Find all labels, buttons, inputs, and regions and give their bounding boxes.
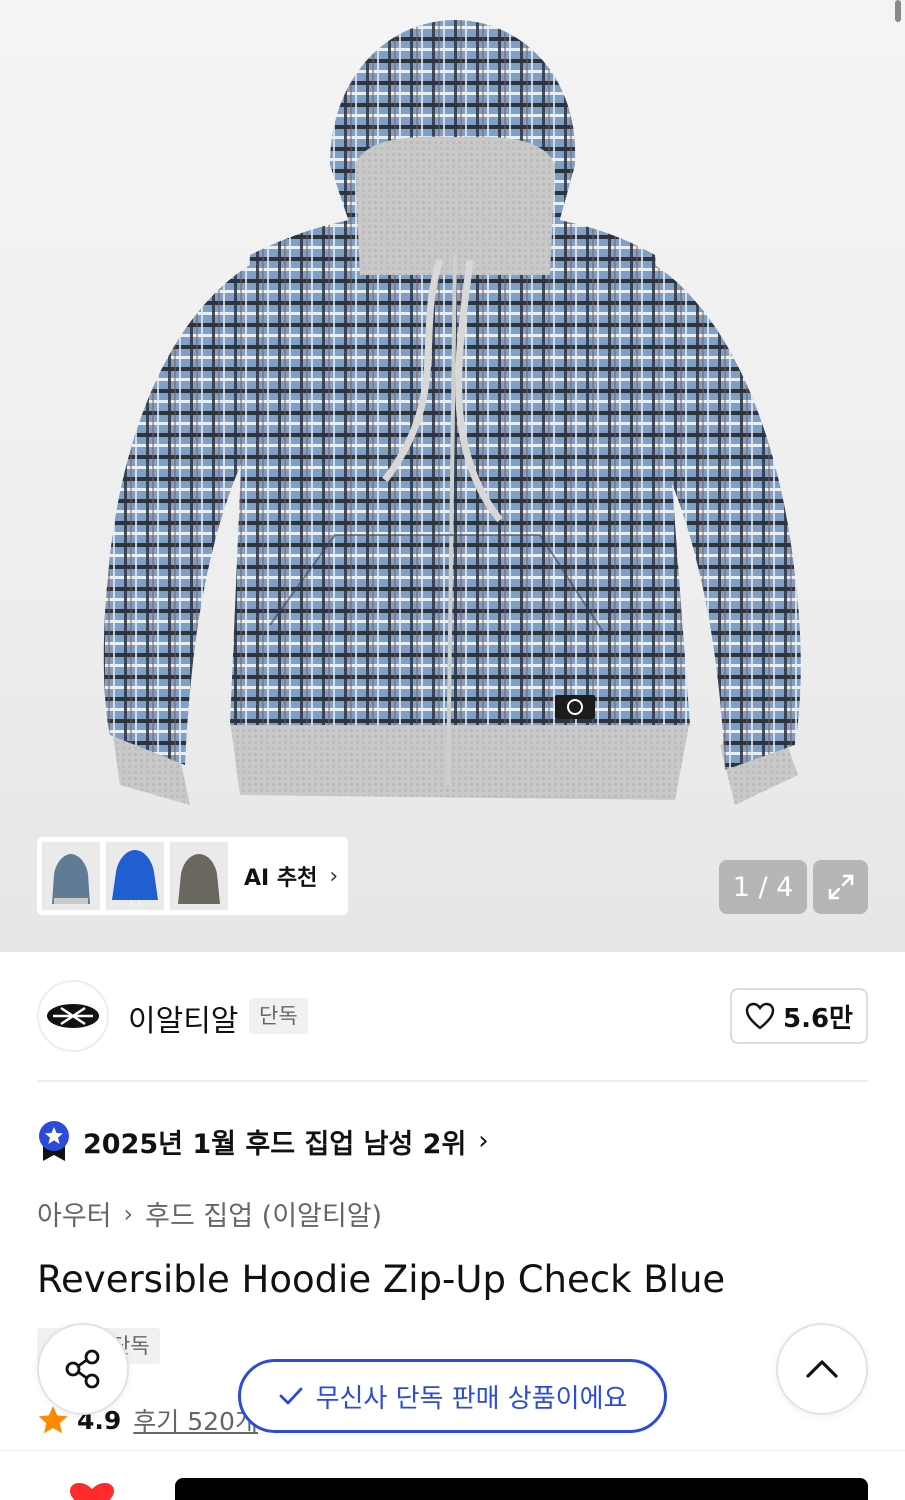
purchase-button[interactable] — [175, 1478, 868, 1500]
share-button[interactable] — [37, 1323, 129, 1415]
scroll-to-top-button[interactable] — [776, 1323, 868, 1415]
chevron-right-icon: › — [329, 863, 339, 889]
expand-button[interactable] — [813, 860, 868, 914]
product-image-gallery[interactable]: AI 추천 › 1 / 4 — [0, 0, 905, 952]
chevron-up-icon — [806, 1360, 838, 1378]
product-image — [103, 20, 801, 805]
scrollbar[interactable] — [895, 0, 901, 22]
check-icon — [279, 1387, 302, 1405]
recommendation-thumbnail[interactable] — [170, 842, 228, 910]
ai-recommend-label: AI 추천 — [244, 866, 318, 891]
exclusive-badge: 단독 — [249, 998, 308, 1034]
recommendation-thumbnail[interactable] — [42, 842, 100, 910]
ranking-text: 2025년 1월 후드 집업 남성 2위 — [83, 1128, 467, 1160]
like-count: 5.6만 — [783, 1003, 853, 1034]
brand-logo[interactable] — [37, 980, 109, 1052]
image-counter: 1 / 4 — [719, 860, 807, 914]
like-button[interactable]: 5.6만 — [730, 988, 868, 1044]
exclusive-toast: 무신사 단독 판매 상품이에요 — [238, 1359, 667, 1433]
heart-outline-icon — [745, 1002, 775, 1030]
breadcrumb: 아우터 › 후드 집업 (이알티알) — [37, 1194, 382, 1233]
breadcrumb-level2[interactable]: 후드 집업 (이알티알) — [145, 1194, 382, 1233]
chevron-right-icon: › — [478, 1126, 489, 1156]
brand-logo-icon — [47, 1004, 99, 1028]
toast-message: 무신사 단독 판매 상품이에요 — [315, 1383, 628, 1414]
ai-recommendation-strip[interactable]: AI 추천 › — [37, 837, 348, 915]
breadcrumb-level1[interactable]: 아우터 — [37, 1194, 112, 1233]
recommendation-thumbnail[interactable] — [106, 842, 164, 910]
brand-name[interactable]: 이알티알 — [128, 996, 238, 1040]
share-icon — [65, 1349, 100, 1389]
chevron-right-icon: › — [123, 1199, 134, 1228]
product-title: Reversible Hoodie Zip-Up Check Blue — [37, 1258, 726, 1301]
heart-icon[interactable] — [68, 1483, 116, 1500]
divider — [37, 1080, 868, 1082]
expand-icon — [828, 874, 853, 900]
ranking-link[interactable]: 2025년 1월 후드 집업 남성 2위 › — [37, 1120, 489, 1162]
ranking-badge-icon — [39, 1121, 69, 1161]
